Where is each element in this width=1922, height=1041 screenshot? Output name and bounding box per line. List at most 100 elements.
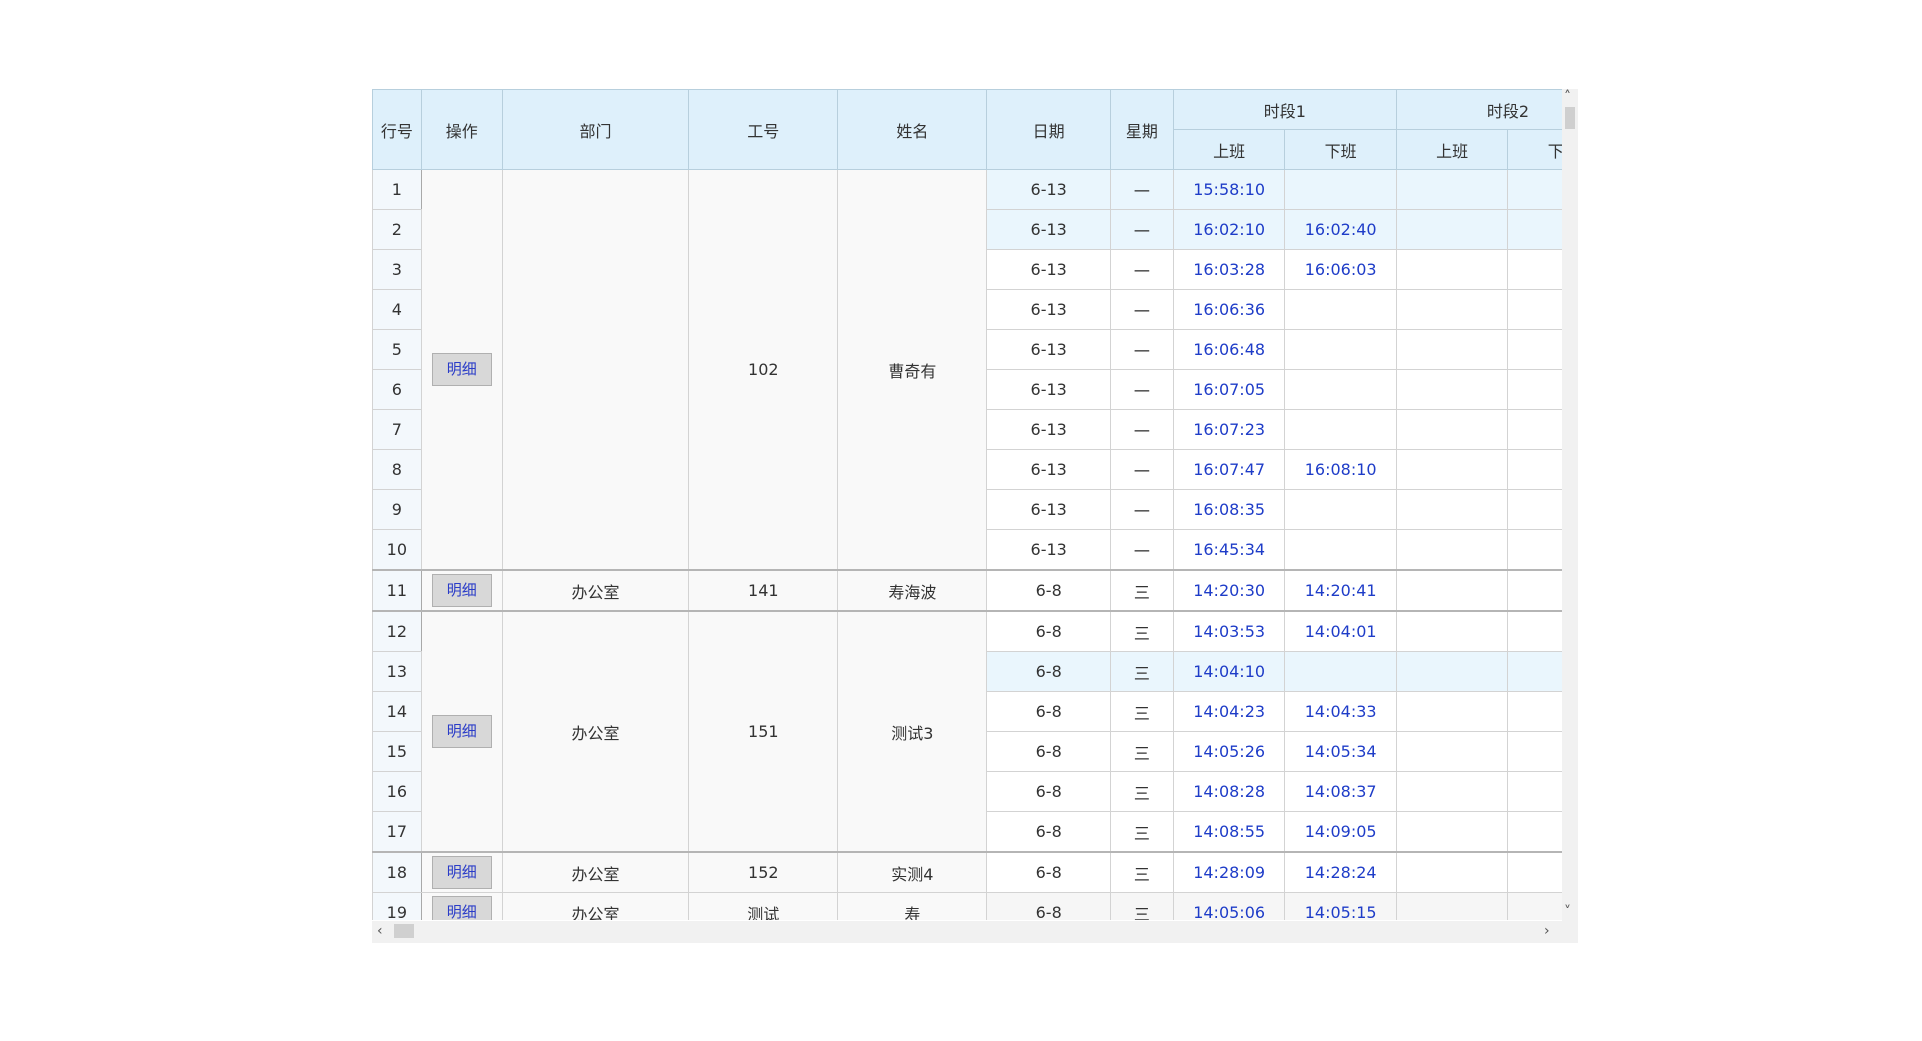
header-period1-off[interactable]: 下班	[1284, 129, 1397, 170]
period2-off-cell[interactable]	[1507, 409, 1562, 450]
period1-on-cell[interactable]: 14:04:23	[1172, 691, 1286, 732]
period1-off-cell[interactable]	[1284, 329, 1397, 370]
period1-on-cell[interactable]: 14:20:30	[1172, 569, 1286, 612]
period1-on-cell[interactable]: 14:28:09	[1172, 851, 1286, 893]
period1-off-cell[interactable]: 14:04:33	[1284, 691, 1397, 732]
period1-off-cell[interactable]	[1284, 169, 1397, 210]
period2-on-cell[interactable]	[1395, 892, 1509, 920]
header-dept[interactable]: 部门	[501, 89, 690, 170]
period2-off-cell[interactable]	[1507, 529, 1562, 571]
period1-off-cell[interactable]: 16:08:10	[1284, 449, 1397, 490]
period1-on-cell[interactable]: 16:07:23	[1172, 409, 1286, 450]
period1-on-cell[interactable]: 16:03:28	[1172, 249, 1286, 290]
header-emp-id[interactable]: 工号	[688, 89, 839, 170]
period2-off-cell[interactable]	[1507, 289, 1562, 330]
period1-on-cell[interactable]: 16:08:35	[1172, 489, 1286, 530]
detail-button[interactable]: 明细	[431, 896, 492, 920]
vertical-scrollbar[interactable]: ˄ ˅	[1562, 89, 1578, 943]
period1-off-cell[interactable]: 14:05:34	[1284, 731, 1397, 772]
header-name[interactable]: 姓名	[837, 89, 988, 170]
header-operation[interactable]: 操作	[420, 89, 503, 170]
period1-off-cell[interactable]	[1284, 651, 1397, 692]
horizontal-scroll-thumb[interactable]	[394, 924, 414, 938]
period2-off-cell[interactable]	[1507, 892, 1562, 920]
period2-off-cell[interactable]	[1507, 489, 1562, 530]
header-period2[interactable]: 时段2	[1395, 89, 1562, 130]
period2-on-cell[interactable]	[1395, 409, 1509, 450]
header-weekday[interactable]: 星期	[1110, 89, 1174, 170]
period2-on-cell[interactable]	[1395, 489, 1509, 530]
period2-on-cell[interactable]	[1395, 169, 1509, 210]
period1-off-cell[interactable]: 16:02:40	[1284, 209, 1397, 250]
period1-on-cell[interactable]: 14:04:10	[1172, 651, 1286, 692]
period2-on-cell[interactable]	[1395, 851, 1509, 893]
detail-button[interactable]: 明细	[431, 574, 492, 607]
period2-on-cell[interactable]	[1395, 651, 1509, 692]
period2-off-cell[interactable]	[1507, 651, 1562, 692]
header-row-no[interactable]: 行号	[372, 89, 422, 170]
period2-off-cell[interactable]	[1507, 771, 1562, 812]
period2-off-cell[interactable]	[1507, 249, 1562, 290]
period1-on-cell[interactable]: 16:02:10	[1172, 209, 1286, 250]
period2-on-cell[interactable]	[1395, 209, 1509, 250]
period2-on-cell[interactable]	[1395, 289, 1509, 330]
period2-on-cell[interactable]	[1395, 771, 1509, 812]
vertical-scroll-thumb[interactable]	[1565, 107, 1575, 129]
header-period1[interactable]: 时段1	[1172, 89, 1397, 130]
period2-off-cell[interactable]	[1507, 731, 1562, 772]
period1-off-cell[interactable]: 14:08:37	[1284, 771, 1397, 812]
period2-off-cell[interactable]	[1507, 851, 1562, 893]
period1-off-cell[interactable]: 16:06:03	[1284, 249, 1397, 290]
period1-off-cell[interactable]: 14:04:01	[1284, 610, 1397, 652]
period1-on-cell[interactable]: 16:06:48	[1172, 329, 1286, 370]
period2-off-cell[interactable]	[1507, 449, 1562, 490]
period1-on-cell[interactable]: 16:07:47	[1172, 449, 1286, 490]
period2-off-cell[interactable]	[1507, 691, 1562, 732]
period1-off-cell[interactable]	[1284, 369, 1397, 410]
period1-on-cell[interactable]: 14:08:28	[1172, 771, 1286, 812]
arrow-down-icon[interactable]: ˅	[1564, 905, 1571, 919]
period1-on-cell[interactable]: 16:06:36	[1172, 289, 1286, 330]
detail-button[interactable]: 明细	[431, 856, 492, 889]
period1-off-cell[interactable]: 14:09:05	[1284, 811, 1397, 853]
period1-off-cell[interactable]	[1284, 489, 1397, 530]
period1-on-cell[interactable]: 16:07:05	[1172, 369, 1286, 410]
period2-on-cell[interactable]	[1395, 249, 1509, 290]
period2-off-cell[interactable]	[1507, 169, 1562, 210]
period2-on-cell[interactable]	[1395, 369, 1509, 410]
period2-on-cell[interactable]	[1395, 610, 1509, 652]
header-period2-off[interactable]: 下班	[1507, 129, 1562, 170]
period2-off-cell[interactable]	[1507, 811, 1562, 853]
period2-off-cell[interactable]	[1507, 569, 1562, 612]
period2-on-cell[interactable]	[1395, 691, 1509, 732]
header-period2-on[interactable]: 上班	[1395, 129, 1509, 170]
period2-off-cell[interactable]	[1507, 209, 1562, 250]
arrow-right-icon[interactable]: ›	[1544, 924, 1550, 938]
period2-on-cell[interactable]	[1395, 329, 1509, 370]
period2-on-cell[interactable]	[1395, 731, 1509, 772]
period1-off-cell[interactable]	[1284, 529, 1397, 571]
period1-off-cell[interactable]	[1284, 409, 1397, 450]
period1-on-cell[interactable]: 16:45:34	[1172, 529, 1286, 571]
period1-off-cell[interactable]: 14:28:24	[1284, 851, 1397, 893]
arrow-left-icon[interactable]: ‹	[377, 924, 383, 938]
period1-on-cell[interactable]: 14:05:26	[1172, 731, 1286, 772]
horizontal-scrollbar[interactable]: ‹ ›	[372, 921, 1562, 943]
header-period1-on[interactable]: 上班	[1172, 129, 1286, 170]
detail-button[interactable]: 明细	[431, 715, 492, 748]
period1-off-cell[interactable]	[1284, 289, 1397, 330]
period2-on-cell[interactable]	[1395, 811, 1509, 853]
period1-on-cell[interactable]: 14:08:55	[1172, 811, 1286, 853]
period1-on-cell[interactable]: 15:58:10	[1172, 169, 1286, 210]
arrow-up-icon[interactable]: ˄	[1564, 90, 1571, 104]
header-date[interactable]: 日期	[986, 89, 1112, 170]
period2-on-cell[interactable]	[1395, 449, 1509, 490]
period1-off-cell[interactable]: 14:20:41	[1284, 569, 1397, 612]
detail-button[interactable]: 明细	[431, 353, 492, 386]
period2-off-cell[interactable]	[1507, 329, 1562, 370]
period2-off-cell[interactable]	[1507, 369, 1562, 410]
period2-on-cell[interactable]	[1395, 529, 1509, 571]
period1-off-cell[interactable]: 14:05:15	[1284, 892, 1397, 920]
period2-on-cell[interactable]	[1395, 569, 1509, 612]
period1-on-cell[interactable]: 14:05:06	[1172, 892, 1286, 920]
